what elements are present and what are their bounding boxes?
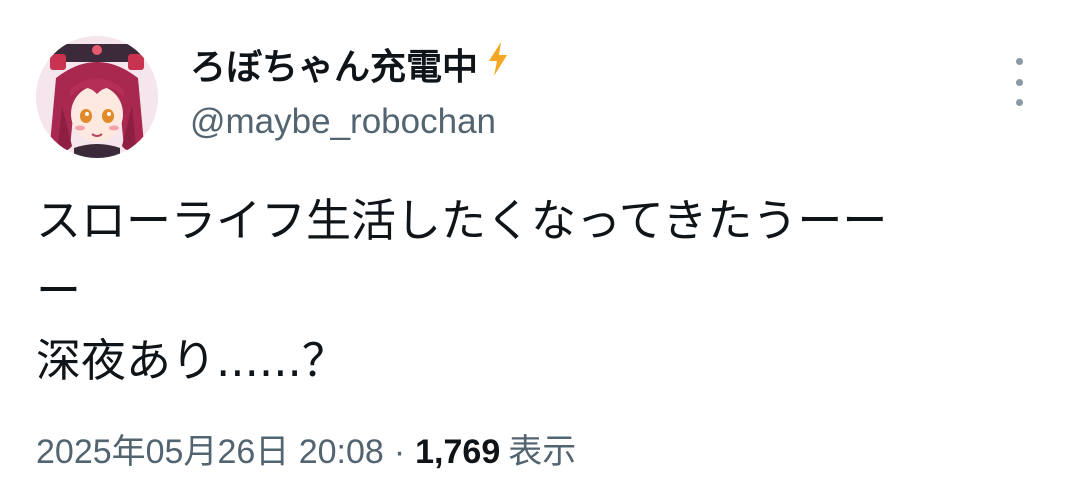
tweet-text: スローライフ生活したくなってきたうーー ー 深夜あり......？ — [36, 186, 1046, 396]
separator: · — [393, 433, 406, 471]
tweet-line: スローライフ生活したくなってきたうーー — [36, 194, 888, 247]
lightning-bolt-icon — [486, 38, 510, 94]
tweet-meta: 2025年05月26日 20:08 · 1,769 表示 — [36, 424, 576, 480]
more-vertical-icon — [1015, 58, 1023, 65]
avatar[interactable] — [36, 36, 158, 158]
more-dot — [1015, 99, 1023, 106]
display-name-text: ろぼちゃん充電中 — [190, 47, 479, 88]
more-dot — [1015, 78, 1023, 86]
views-label: 表示 — [508, 433, 577, 471]
more-options-button[interactable] — [1002, 58, 1036, 106]
user-handle[interactable]: @maybe_robochan — [190, 94, 496, 150]
tweet-line: 深夜あり......？ — [36, 334, 347, 387]
timestamp[interactable]: 2025年05月26日 20:08 — [36, 433, 384, 471]
tweet-card: ろぼちゃん充電中 @maybe_robochan スローライフ生活したくなってき… — [0, 0, 1080, 488]
tweet-line: ー — [36, 264, 82, 317]
views-count: 1,769 — [415, 433, 501, 471]
display-name[interactable]: ろぼちゃん充電中 — [190, 40, 510, 96]
